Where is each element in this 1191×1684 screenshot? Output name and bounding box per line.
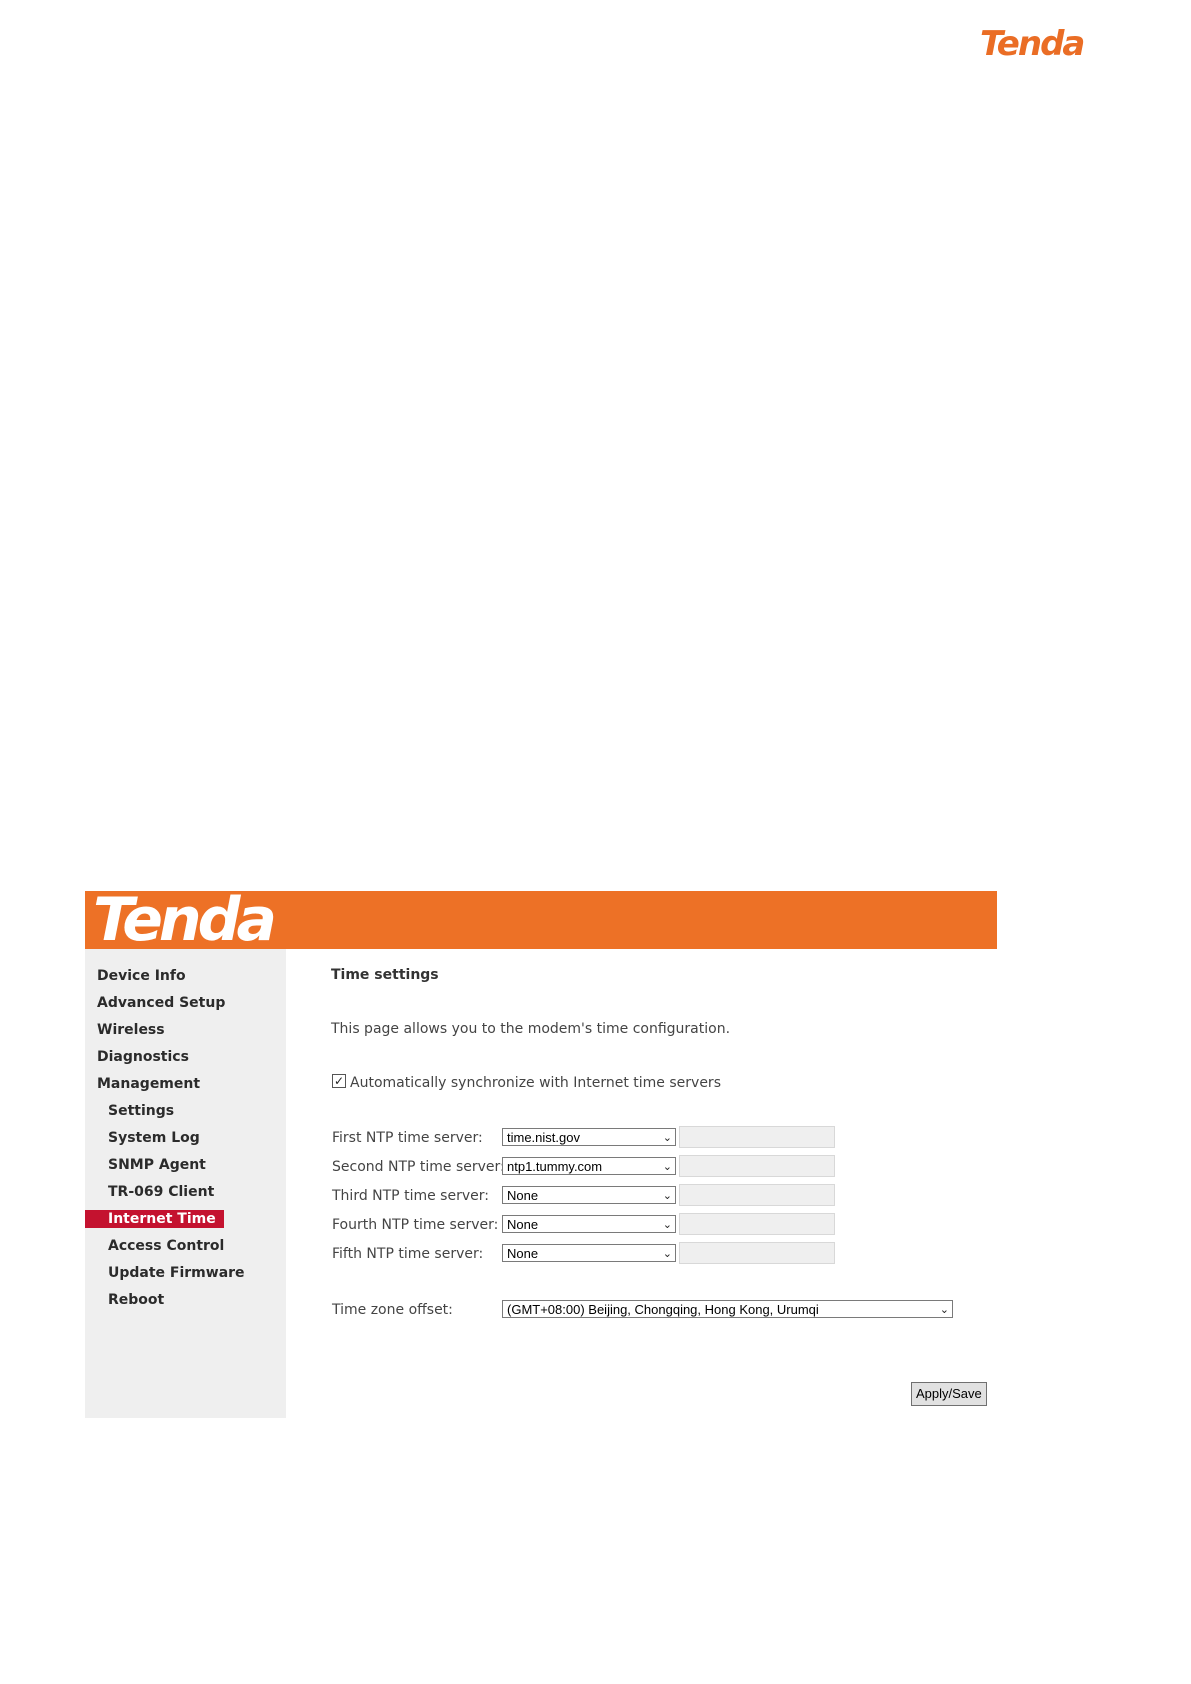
sidebar-item-reboot[interactable]: Reboot	[108, 1290, 164, 1310]
apply-save-button[interactable]: Apply/Save	[911, 1382, 987, 1406]
chevron-down-icon: ⌄	[662, 1190, 672, 1202]
fifth-ntp-custom-field[interactable]	[679, 1242, 835, 1264]
second-ntp-value: ntp1.tummy.com	[507, 1159, 603, 1174]
timezone-label: Time zone offset:	[332, 1302, 453, 1318]
fourth-ntp-value: None	[507, 1217, 539, 1232]
sidebar-item-wireless[interactable]: Wireless	[97, 1020, 165, 1040]
page-title: Time settings	[331, 967, 439, 983]
sidebar: Device Info Advanced Setup Wireless Diag…	[85, 949, 286, 1418]
page-description: This page allows you to the modem's time…	[331, 1021, 731, 1037]
chevron-down-icon: ⌄	[662, 1161, 672, 1173]
sidebar-item-tr-069-client[interactable]: TR-069 Client	[108, 1182, 214, 1202]
sidebar-item-update-firmware[interactable]: Update Firmware	[108, 1263, 245, 1283]
header-banner: Tenda	[85, 885, 997, 955]
sidebar-item-system-log[interactable]: System Log	[108, 1128, 200, 1148]
chevron-down-icon: ⌄	[662, 1219, 672, 1231]
first-ntp-value: time.nist.gov	[507, 1130, 580, 1145]
sidebar-item-snmp-agent[interactable]: SNMP Agent	[108, 1155, 206, 1175]
chevron-down-icon: ⌄	[939, 1304, 949, 1316]
sidebar-item-access-control[interactable]: Access Control	[108, 1236, 224, 1256]
fourth-ntp-select[interactable]: None ⌄	[502, 1215, 676, 1233]
first-ntp-select[interactable]: time.nist.gov ⌄	[502, 1128, 676, 1146]
third-ntp-select[interactable]: None ⌄	[502, 1186, 676, 1204]
fifth-ntp-select[interactable]: None ⌄	[502, 1244, 676, 1262]
second-ntp-custom-field[interactable]	[679, 1155, 835, 1177]
timezone-select[interactable]: (GMT+08:00) Beijing, Chongqing, Hong Kon…	[502, 1300, 953, 1318]
timezone-value: (GMT+08:00) Beijing, Chongqing, Hong Kon…	[507, 1302, 819, 1317]
third-ntp-label: Third NTP time server:	[332, 1188, 489, 1204]
second-ntp-select[interactable]: ntp1.tummy.com ⌄	[502, 1157, 676, 1175]
fifth-ntp-label: Fifth NTP time server:	[332, 1246, 484, 1262]
first-ntp-custom-field[interactable]	[679, 1126, 835, 1148]
router-admin-screenshot: Tenda Device Info Advanced Setup Wireles…	[85, 885, 997, 1418]
fourth-ntp-custom-field[interactable]	[679, 1213, 835, 1235]
sidebar-item-internet-time[interactable]: Internet Time	[85, 1210, 224, 1228]
first-ntp-label: First NTP time server:	[332, 1130, 483, 1146]
auto-sync-label: Automatically synchronize with Internet …	[350, 1075, 721, 1091]
banner-logo: Tenda	[93, 885, 277, 955]
chevron-down-icon: ⌄	[662, 1132, 672, 1144]
sidebar-item-management[interactable]: Management	[97, 1074, 200, 1094]
tenda-logo: Tenda	[980, 24, 1085, 64]
sidebar-item-device-info[interactable]: Device Info	[97, 966, 186, 986]
sidebar-item-settings[interactable]: Settings	[108, 1101, 174, 1121]
third-ntp-value: None	[507, 1188, 539, 1203]
third-ntp-custom-field[interactable]	[679, 1184, 835, 1206]
sidebar-item-diagnostics[interactable]: Diagnostics	[97, 1047, 189, 1067]
auto-sync-checkbox[interactable]: ✓	[332, 1074, 346, 1088]
fourth-ntp-label: Fourth NTP time server:	[332, 1217, 499, 1233]
sidebar-item-advanced-setup[interactable]: Advanced Setup	[97, 993, 225, 1013]
second-ntp-label: Second NTP time server:	[332, 1159, 505, 1175]
chevron-down-icon: ⌄	[662, 1248, 672, 1260]
fifth-ntp-value: None	[507, 1246, 539, 1261]
